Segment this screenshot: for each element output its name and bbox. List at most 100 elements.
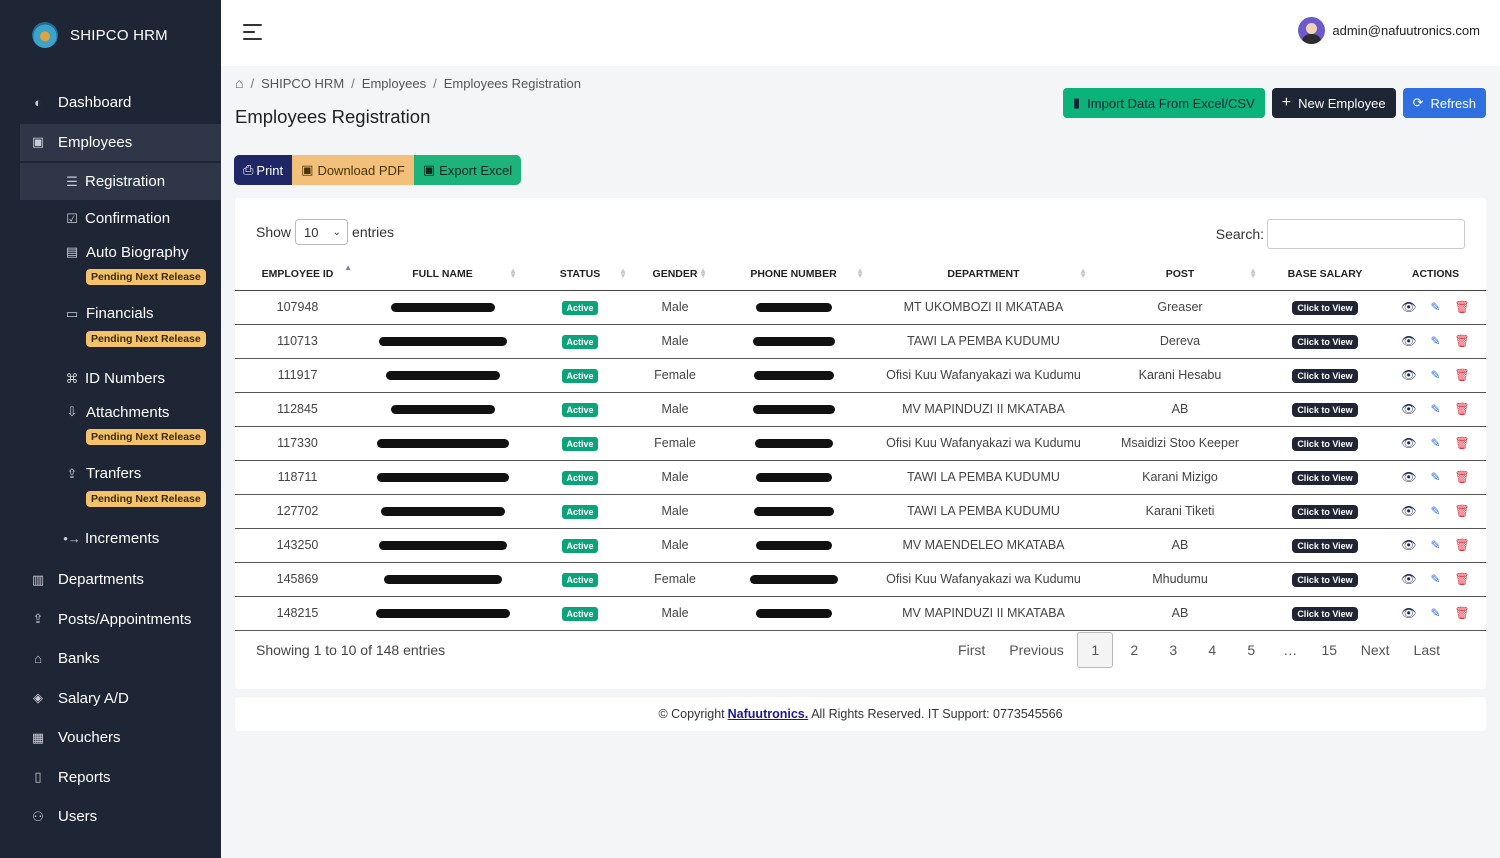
view-salary-button[interactable]: Click to View <box>1292 436 1358 451</box>
sidebar-item-increments[interactable]: •→ Increments <box>20 520 221 557</box>
table-row: 127702 Active Male TAWI LA PEMBA KUDUMU Kara… <box>235 494 1486 529</box>
col-gender[interactable]: GENDER ▲ ▼ <box>635 258 715 291</box>
entries-length: Show 10 ⌄ entries <box>256 219 394 245</box>
page-last[interactable]: Last <box>1402 642 1452 658</box>
view-salary-button[interactable]: Click to View <box>1292 572 1358 587</box>
file-icon: ▯ <box>34 769 42 784</box>
footer-prefix: © Copyright <box>658 707 725 721</box>
edit-icon[interactable]: ✎ <box>1430 470 1440 484</box>
brand[interactable]: SHIPCO HRM <box>0 0 221 70</box>
delete-icon[interactable]: 🗑 <box>1455 470 1470 484</box>
delete-icon[interactable]: 🗑 <box>1455 368 1470 382</box>
page-4[interactable]: 4 <box>1193 642 1232 658</box>
sidebar-item-financials[interactable]: ▭ Financials Pending Next Release <box>20 299 221 361</box>
view-salary-button[interactable]: Click to View <box>1292 300 1358 315</box>
col-status[interactable]: STATUS ▲ ▼ <box>525 258 635 291</box>
col-employee-id[interactable]: EMPLOYEE ID ▲ <box>235 258 360 291</box>
sidebar-item-tranfers[interactable]: ⇪ Tranfers Pending Next Release <box>20 459 221 521</box>
delete-icon[interactable]: 🗑 <box>1455 606 1470 620</box>
view-icon[interactable]: 👁 <box>1401 606 1416 620</box>
sidebar-item-confirmation[interactable]: ☑ Confirmation <box>20 200 221 237</box>
cell-full-name-redacted <box>360 324 525 359</box>
entries-select[interactable]: 10 ⌄ <box>295 219 349 245</box>
page-first[interactable]: First <box>946 642 997 658</box>
print-button[interactable]: ⎙ Print <box>234 155 293 185</box>
col-post[interactable]: POST ▲ ▼ <box>1095 258 1265 291</box>
import-button[interactable]: ▮ Import Data From Excel/CSV <box>1063 88 1265 118</box>
sidebar-item-id-numbers[interactable]: ⌘ ID Numbers <box>20 360 221 397</box>
col-full-name[interactable]: FULL NAME ▲ ▼ <box>360 258 525 291</box>
sidebar-item-departments[interactable]: ▥ Departments <box>0 561 221 598</box>
sidebar-item-label: Salary A/D <box>58 689 129 707</box>
view-salary-button[interactable]: Click to View <box>1292 470 1358 485</box>
page-next[interactable]: Next <box>1349 642 1402 658</box>
refresh-button[interactable]: ⟳ Refresh <box>1402 88 1486 118</box>
sidebar-item-attachments[interactable]: ⇩ Attachments Pending Next Release <box>20 397 221 459</box>
view-salary-button[interactable]: Click to View <box>1292 368 1358 383</box>
status-badge: Active <box>562 300 598 315</box>
export-buttons: ⎙ Print ▣ Download PDF ▣ Export Excel <box>234 155 522 185</box>
sidebar-item-reports[interactable]: ▯ Reports <box>0 759 221 796</box>
view-icon[interactable]: 👁 <box>1401 368 1416 382</box>
sidebar-item-users[interactable]: ⚇ Users <box>0 798 221 835</box>
view-icon[interactable]: 👁 <box>1401 436 1416 450</box>
page-15[interactable]: 15 <box>1310 642 1349 658</box>
page-previous[interactable]: Previous <box>997 642 1075 658</box>
edit-icon[interactable]: ✎ <box>1430 538 1440 552</box>
delete-icon[interactable]: 🗑 <box>1455 300 1470 314</box>
edit-icon[interactable]: ✎ <box>1430 436 1440 450</box>
delete-icon[interactable]: 🗑 <box>1455 436 1470 450</box>
edit-icon[interactable]: ✎ <box>1430 606 1440 620</box>
col-department[interactable]: DEPARTMENT ▲ ▼ <box>872 258 1095 291</box>
sidebar-item-vouchers[interactable]: ▦ Vouchers <box>0 719 221 756</box>
page-5[interactable]: 5 <box>1232 642 1271 658</box>
sidebar-item-employees[interactable]: ▣ Employees <box>20 123 221 161</box>
sidebar-item-dashboard[interactable]: ◐ Dashboard <box>0 84 221 121</box>
breadcrumb-item[interactable]: SHIPCO HRM <box>261 76 344 91</box>
pdf-label: Download PDF <box>317 162 405 178</box>
delete-icon[interactable]: 🗑 <box>1455 402 1470 416</box>
sidebar-item-posts[interactable]: ⇪ Posts/Appointments <box>0 601 221 638</box>
sidebar-item-auto-biography[interactable]: ▤ Auto Biography Pending Next Release <box>20 237 221 299</box>
edit-icon[interactable]: ✎ <box>1430 334 1440 348</box>
view-icon[interactable]: 👁 <box>1401 504 1416 518</box>
new-employee-button[interactable]: + New Employee <box>1271 88 1396 118</box>
home-icon[interactable]: ⌂ <box>235 75 243 91</box>
edit-icon[interactable]: ✎ <box>1430 402 1440 416</box>
export-excel-button[interactable]: ▣ Export Excel <box>413 155 522 185</box>
search-input[interactable] <box>1267 219 1465 249</box>
view-icon[interactable]: 👁 <box>1401 572 1416 586</box>
sidebar-item-banks[interactable]: ⌂ Banks <box>0 640 221 677</box>
edit-icon[interactable]: ✎ <box>1430 300 1440 314</box>
view-salary-button[interactable]: Click to View <box>1292 606 1358 621</box>
breadcrumb-item[interactable]: Employees <box>362 76 426 91</box>
view-salary-button[interactable]: Click to View <box>1292 538 1358 553</box>
edit-icon[interactable]: ✎ <box>1430 572 1440 586</box>
company-link[interactable]: Nafuutronics. <box>728 707 809 721</box>
col-phone[interactable]: PHONE NUMBER ▲ ▼ <box>715 258 872 291</box>
view-salary-button[interactable]: Click to View <box>1292 334 1358 349</box>
edit-icon[interactable]: ✎ <box>1430 368 1440 382</box>
page-2[interactable]: 2 <box>1115 642 1154 658</box>
delete-icon[interactable]: 🗑 <box>1455 334 1470 348</box>
delete-icon[interactable]: 🗑 <box>1455 538 1470 552</box>
menu-toggle-icon[interactable] <box>243 24 262 40</box>
page-3[interactable]: 3 <box>1154 642 1193 658</box>
view-icon[interactable]: 👁 <box>1401 334 1416 348</box>
topbar: admin@nafuutronics.com <box>221 0 1500 66</box>
delete-icon[interactable]: 🗑 <box>1455 504 1470 518</box>
view-icon[interactable]: 👁 <box>1401 538 1416 552</box>
sidebar-item-registration[interactable]: ☰ Registration <box>20 163 221 200</box>
page-1[interactable]: 1 <box>1076 632 1115 668</box>
view-icon[interactable]: 👁 <box>1401 300 1416 314</box>
user-menu[interactable]: admin@nafuutronics.com <box>1298 17 1480 44</box>
cell-gender: Male <box>635 324 715 359</box>
delete-icon[interactable]: 🗑 <box>1455 572 1470 586</box>
view-icon[interactable]: 👁 <box>1401 402 1416 416</box>
view-salary-button[interactable]: Click to View <box>1292 504 1358 519</box>
view-icon[interactable]: 👁 <box>1401 470 1416 484</box>
sidebar-item-salary[interactable]: ◈ Salary A/D <box>0 680 221 717</box>
view-salary-button[interactable]: Click to View <box>1292 402 1358 417</box>
download-pdf-button[interactable]: ▣ Download PDF <box>292 155 414 185</box>
edit-icon[interactable]: ✎ <box>1430 504 1440 518</box>
